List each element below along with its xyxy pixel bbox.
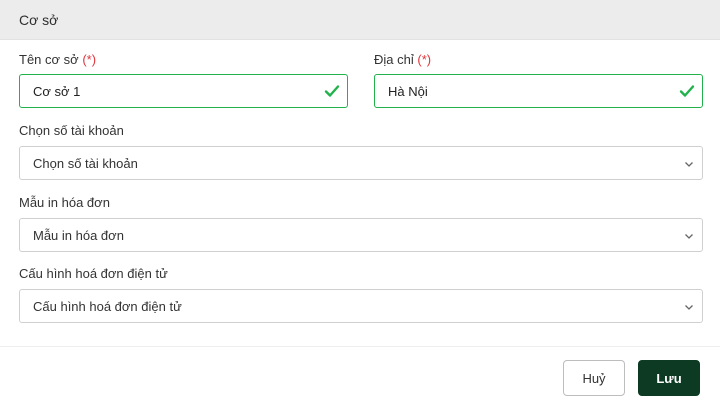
address-label-text: Địa chỉ [374, 52, 414, 67]
cancel-button[interactable]: Huỷ [563, 360, 625, 396]
check-icon [679, 85, 695, 97]
name-input[interactable]: Cơ sở 1 [19, 74, 348, 108]
account-label: Chọn số tài khoản [19, 123, 124, 138]
chevron-down-icon[interactable] [684, 231, 694, 241]
footer-divider [0, 346, 720, 347]
einvoice-config-select[interactable]: Cấu hình hoá đơn điện tử [19, 289, 703, 323]
account-select[interactable]: Chọn số tài khoản [19, 146, 703, 180]
address-input-value[interactable]: Hà Nội [388, 84, 428, 99]
address-input[interactable]: Hà Nội [374, 74, 703, 108]
account-select-value[interactable]: Chọn số tài khoản [33, 156, 138, 171]
chevron-down-icon[interactable] [684, 302, 694, 312]
invoice-template-select-value[interactable]: Mẫu in hóa đơn [33, 228, 124, 243]
name-input-value[interactable]: Cơ sở 1 [33, 84, 80, 99]
save-button[interactable]: Lưu [638, 360, 700, 396]
einvoice-config-select-value[interactable]: Cấu hình hoá đơn điện tử [33, 299, 182, 314]
invoice-template-label: Mẫu in hóa đơn [19, 195, 110, 210]
name-label-text: Tên cơ sở [19, 52, 79, 67]
dialog-title: Cơ sở [19, 12, 59, 28]
check-icon [324, 85, 340, 97]
address-label: Địa chỉ (*) [374, 52, 431, 68]
required-mark: (*) [417, 52, 432, 67]
dialog-header: Cơ sở [0, 0, 720, 40]
required-mark: (*) [82, 52, 97, 67]
einvoice-config-label: Cấu hình hoá đơn điện tử [19, 266, 168, 281]
branch-dialog: Cơ sở Tên cơ sở (*) Cơ sở 1 Địa chỉ (*) … [0, 0, 720, 408]
invoice-template-select[interactable]: Mẫu in hóa đơn [19, 218, 703, 252]
name-label: Tên cơ sở (*) [19, 52, 96, 68]
chevron-down-icon[interactable] [684, 159, 694, 169]
